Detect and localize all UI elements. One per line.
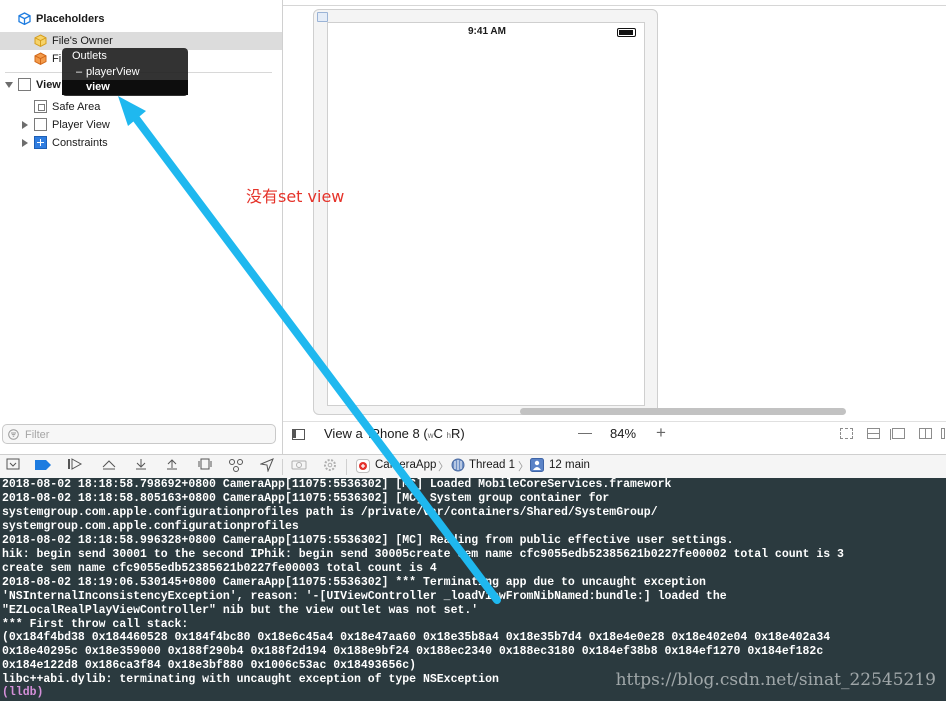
camera-icon[interactable] (290, 458, 308, 474)
add-constraints-icon[interactable] (919, 428, 932, 439)
outlet-playerview-label: playerView (86, 66, 140, 78)
console-line: create sem name cfc9055edb52385621b0227f… (2, 561, 437, 575)
console-line: 2018-08-02 18:19:06.530145+0800 CameraAp… (2, 575, 706, 589)
outlet-item-view[interactable]: view (62, 80, 188, 95)
environment-overrides-icon[interactable] (321, 458, 339, 474)
resolve-layout-icon[interactable] (941, 428, 945, 439)
canvas-horizontal-scrollbar[interactable] (520, 408, 846, 415)
view-icon (18, 78, 31, 91)
console-line: 2018-08-02 18:18:58.805163+0800 CameraAp… (2, 491, 610, 505)
view-as-button[interactable]: View a iPhone 8 (wC hR) (324, 426, 465, 441)
debug-bar-divider (346, 459, 347, 475)
view-debugger-icon[interactable] (196, 458, 214, 474)
status-bar-time: 9:41 AM (468, 26, 506, 37)
console-line: hik: begin send 30001 to the second IPhi… (2, 547, 844, 561)
scene-dock-icon[interactable] (317, 12, 328, 22)
safe-area-label: Safe Area (52, 101, 101, 113)
align-icon[interactable] (890, 428, 905, 440)
console-line: 'NSInternalInconsistencyException', reas… (2, 589, 727, 603)
console-line: (0x184f4bd38 0x184460528 0x184f4bc80 0x1… (2, 631, 831, 645)
outline-row-safe-area[interactable]: Safe Area (0, 98, 282, 116)
console-line: "EZLocalRealPlayViewController" nib but … (2, 603, 479, 617)
zoom-out-button[interactable]: — (578, 424, 592, 440)
simulate-location-icon[interactable] (258, 458, 276, 474)
embed-in-stack-icon[interactable] (867, 428, 880, 439)
watermark-text: https://blog.csdn.net/sinat_22545219 (615, 670, 936, 690)
constraints-icon (34, 136, 47, 149)
breadcrumb-app[interactable]: CameraApp (375, 459, 436, 471)
disclosure-triangle-icon[interactable] (5, 82, 13, 88)
size-class-w-letter: C (433, 426, 443, 441)
toggle-outline-icon[interactable] (292, 429, 305, 440)
breadcrumb-thread[interactable]: Thread 1 (469, 459, 515, 471)
battery-icon (617, 28, 636, 37)
step-in-icon[interactable] (132, 458, 150, 474)
canvas-top-border (283, 5, 946, 6)
cube-icon (18, 12, 31, 26)
device-label: iPhone 8 ( (368, 426, 428, 441)
filter-input[interactable] (23, 427, 267, 443)
breadcrumb-separator: 〉 (438, 461, 449, 473)
outline-row-player-view[interactable]: Player View (0, 116, 282, 134)
safe-area-icon (34, 100, 47, 113)
zoom-level: 84% (610, 426, 637, 441)
view-as-prefix: View a (324, 426, 363, 441)
device-screen[interactable]: 9:41 AM (327, 22, 645, 406)
console-lines: 2018-08-02 18:18:58.798692+0800 CameraAp… (2, 478, 844, 687)
breakpoint-icon[interactable] (34, 458, 52, 474)
outlet-connect-dash-icon: – (76, 66, 83, 78)
outline-row-constraints[interactable]: Constraints (0, 134, 282, 152)
continue-icon[interactable] (66, 458, 84, 474)
player-view-label: Player View (52, 119, 110, 131)
outline-filter-bar (0, 422, 283, 454)
console-line: 2018-08-02 18:18:58.996328+0800 CameraAp… (2, 533, 734, 547)
stack-frame-icon (530, 458, 544, 472)
canvas-bottom-bar: View a iPhone 8 (wC hR) — 84% + (283, 421, 946, 448)
filter-icon (8, 429, 19, 440)
console-line: systemgroup.com.apple.configurationprofi… (2, 505, 658, 519)
outlets-title: Outlets (62, 49, 188, 64)
zoom-in-button[interactable]: + (656, 423, 666, 443)
outline-row-placeholders[interactable]: Placeholders (0, 10, 282, 28)
view-label: View (36, 79, 61, 91)
disclosure-triangle-icon[interactable] (22, 139, 28, 147)
first-responder-label: Fi (52, 53, 62, 65)
update-frames-icon[interactable] (840, 428, 853, 439)
console-line: *** First throw call stack: (2, 617, 189, 631)
files-owner-cube-icon (34, 34, 47, 47)
outlets-title-label: Outlets (72, 50, 107, 62)
lldb-prompt[interactable]: (lldb) (2, 686, 43, 699)
app-icon (356, 459, 370, 473)
hide-debug-area-icon[interactable] (4, 458, 22, 474)
console-line: 2018-08-02 18:18:58.798692+0800 CameraAp… (2, 478, 672, 491)
constraints-label: Constraints (52, 137, 108, 149)
debug-bar: CameraApp 〉 Thread 1 〉 12 main (0, 454, 946, 480)
view-icon (34, 118, 47, 131)
debug-bar-divider (282, 459, 283, 475)
console-output[interactable]: 2018-08-02 18:18:58.798692+0800 CameraAp… (0, 478, 946, 701)
breadcrumb-separator: 〉 (518, 461, 529, 473)
outlets-popup: Outlets – playerView view (62, 48, 188, 96)
step-out-icon[interactable] (163, 458, 181, 474)
memory-graph-icon[interactable] (227, 458, 245, 474)
outlet-view-label: view (86, 81, 110, 93)
annotation-label: 没有set view (246, 187, 345, 206)
console-line: 0x18e40295c 0x18e359000 0x188f290b4 0x18… (2, 645, 824, 659)
placeholders-label: Placeholders (36, 13, 105, 25)
console-line: systemgroup.com.apple.configurationprofi… (2, 519, 299, 533)
disclosure-triangle-icon[interactable] (22, 121, 28, 129)
size-class-h-letter: R (450, 426, 461, 441)
outlet-item-playerview[interactable]: – playerView (62, 65, 188, 80)
first-responder-cube-icon (34, 52, 47, 65)
close-paren: ) (460, 426, 465, 441)
filter-field[interactable] (2, 424, 276, 444)
step-over-icon[interactable] (100, 458, 118, 474)
thread-icon (451, 458, 465, 472)
breadcrumb-frame[interactable]: 12 main (549, 459, 590, 471)
